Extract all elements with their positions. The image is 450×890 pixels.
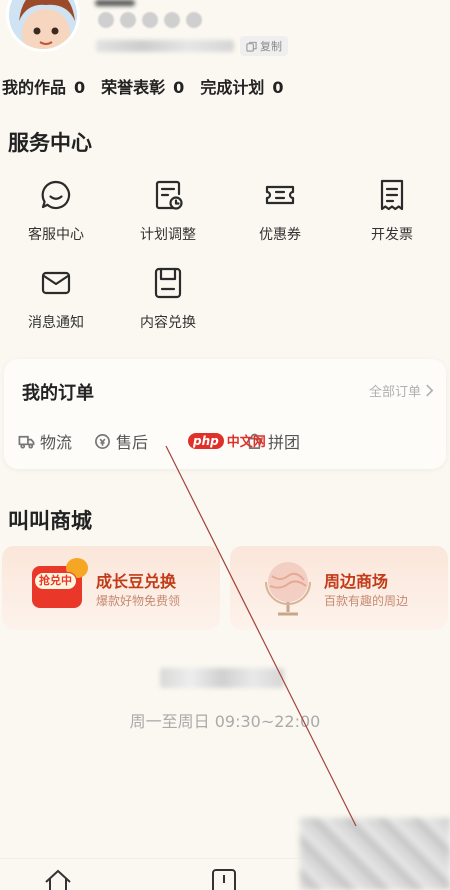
badge-icon — [164, 12, 180, 28]
service-center-title: 服务中心 — [8, 131, 92, 155]
exchange-icon — [154, 267, 182, 299]
stat-label: 我的作品 — [2, 78, 67, 97]
service-item-label: 优惠券 — [259, 227, 301, 243]
stat-honors[interactable]: 荣誉表彰 0 — [101, 74, 184, 98]
stat-label: 完成计划 — [200, 78, 265, 97]
stat-completed[interactable]: 完成计划 0 — [200, 74, 283, 98]
order-tab-label: 物流 — [40, 433, 73, 452]
stat-value: 0 — [74, 78, 86, 97]
stat-value: 0 — [173, 78, 185, 97]
watermark-site: 中文网 — [226, 435, 266, 450]
copy-id-button[interactable]: 复制 — [240, 36, 288, 56]
service-grid: 客服中心 计划调整 优惠券 开发票 消息通知 内容兑换 — [0, 178, 450, 354]
mall-card-merch-store[interactable]: 周边商场 百款有趣的周边 — [230, 546, 448, 630]
mall-card-subtitle: 爆款好物免费领 — [96, 594, 181, 608]
order-tab-after-sales[interactable]: 售后 — [94, 429, 148, 453]
chat-bubble-icon — [41, 180, 71, 210]
orders-title: 我的订单 — [22, 383, 94, 404]
service-item-label: 计划调整 — [140, 227, 196, 243]
service-item-plan-adjust[interactable]: 计划调整 — [112, 178, 224, 266]
service-item-label: 消息通知 — [28, 315, 84, 331]
service-item-coupon[interactable]: 优惠券 — [224, 178, 336, 266]
mall-card-subtitle: 百款有趣的周边 — [324, 594, 409, 608]
badge-row — [98, 12, 202, 28]
stat-works[interactable]: 我的作品 0 — [2, 74, 85, 98]
service-icon — [95, 433, 110, 449]
service-item-invoice[interactable]: 开发票 — [336, 178, 448, 266]
service-item-customer-service[interactable]: 客服中心 — [0, 178, 112, 266]
order-tab-label: 售后 — [116, 433, 149, 452]
all-orders-label: 全部订单 — [368, 385, 421, 400]
invoice-icon — [380, 179, 404, 211]
home-icon — [45, 869, 71, 890]
hotline-redacted — [160, 668, 284, 688]
badge-icon — [98, 12, 114, 28]
profile-stats: 我的作品 0 荣誉表彰 0 完成计划 0 — [2, 74, 283, 98]
service-item-label: 内容兑换 — [140, 315, 196, 331]
mall-card-title: 周边商场 — [324, 572, 389, 591]
schedule-icon — [155, 180, 183, 210]
mall-card-points-exchange[interactable]: 抢兑中 成长豆兑换 爆款好物免费领 — [2, 546, 220, 630]
order-tab-label: 拼团 — [268, 433, 301, 452]
mall-card-title: 成长豆兑换 — [96, 572, 177, 591]
mail-icon — [41, 271, 71, 295]
coupon-icon — [265, 185, 295, 205]
grab-tag: 抢兑中 — [34, 572, 77, 590]
globe-icon — [265, 562, 311, 616]
nav-course-button[interactable] — [208, 866, 240, 890]
service-item-notifications[interactable]: 消息通知 — [0, 266, 112, 354]
redacted-area — [300, 818, 450, 890]
user-id-redacted — [96, 40, 234, 52]
copy-icon — [246, 41, 257, 52]
stat-value: 0 — [272, 78, 284, 97]
profile-header: 复制 — [0, 0, 450, 70]
order-tab-logistics[interactable]: 物流 — [18, 429, 72, 453]
username-redacted — [95, 0, 135, 6]
service-item-label: 开发票 — [371, 227, 413, 243]
nav-home-button[interactable] — [42, 866, 74, 890]
watermark-php: php — [188, 432, 224, 449]
copy-label: 复制 — [260, 40, 282, 53]
badge-icon — [186, 12, 202, 28]
badge-icon — [142, 12, 158, 28]
chevron-right-icon — [426, 384, 434, 397]
truck-icon — [18, 435, 35, 449]
avatar[interactable] — [6, 0, 80, 52]
service-item-label: 客服中心 — [28, 227, 84, 243]
stat-label: 荣誉表彰 — [101, 78, 166, 97]
all-orders-link[interactable]: 全部订单 — [369, 381, 434, 400]
mall-title: 叫叫商城 — [8, 509, 92, 533]
service-item-content-exchange[interactable]: 内容兑换 — [112, 266, 224, 354]
service-hours: 周一至周日 09:30~22:00 — [129, 712, 321, 731]
site-watermark: php 中文网 — [188, 431, 266, 450]
book-icon — [212, 869, 236, 890]
avatar-illustration — [19, 0, 75, 49]
my-orders-card: 我的订单 全部订单 物流 售后 评价 — [4, 359, 446, 469]
badge-icon — [120, 12, 136, 28]
